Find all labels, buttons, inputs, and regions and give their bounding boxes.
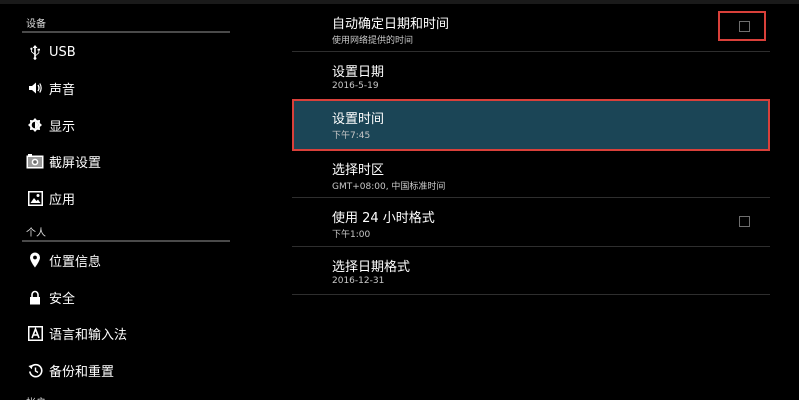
usb-icon (26, 43, 44, 61)
sidebar-item-label: 安全 (49, 291, 76, 307)
sidebar-item-language[interactable]: 语言和输入法 (22, 316, 230, 350)
sidebar-item-label: USB (49, 44, 76, 60)
sidebar-item-security[interactable]: 安全 (22, 280, 230, 314)
checkbox-highlight-box (718, 11, 766, 41)
sidebar-item-display[interactable]: 显示 (22, 108, 230, 142)
sidebar-item-label: 声音 (49, 82, 76, 98)
apps-icon (26, 189, 44, 207)
section-header-personal: 个人 (26, 228, 46, 239)
section-divider (22, 240, 230, 242)
sidebar-item-apps[interactable]: 应用 (22, 181, 230, 215)
pref-24-hour-format[interactable]: 使用 24 小时格式 下午1:00 (292, 198, 770, 246)
pref-title: 选择日期格式 (332, 260, 411, 275)
pref-set-time[interactable]: 设置时间 下午7:45 (292, 99, 770, 151)
pref-title: 使用 24 小时格式 (332, 211, 435, 226)
sidebar-item-label: 显示 (49, 119, 76, 135)
backup-icon (26, 361, 44, 379)
brightness-icon (26, 116, 44, 134)
lock-icon (26, 288, 44, 306)
pref-title: 设置日期 (332, 65, 385, 80)
camera-icon (26, 152, 44, 170)
sidebar-item-label: 截屏设置 (49, 155, 102, 171)
speaker-icon (26, 79, 44, 97)
sidebar-item-backup[interactable]: 备份和重置 (22, 353, 230, 387)
section-header-accounts: 帐户 (26, 394, 230, 400)
language-icon (26, 324, 44, 342)
date-time-settings-screen: 设备 USB 声音 显示 截屏设置 应用 个人 位置信息 安全 语言和输入法 备… (0, 0, 799, 400)
sidebar-item-label: 语言和输入法 (49, 327, 128, 343)
section-divider (22, 31, 230, 33)
pref-title: 设置时间 (332, 112, 385, 127)
sidebar-item-usb[interactable]: USB (22, 35, 230, 69)
pref-summary: 下午1:00 (332, 230, 371, 240)
sidebar-item-label: 位置信息 (49, 254, 102, 270)
24-hour-format-checkbox[interactable] (739, 216, 750, 227)
pref-auto-date-time[interactable]: 自动确定日期和时间 使用网络提供的时间 (292, 4, 770, 52)
section-header-device: 设备 (26, 19, 46, 30)
sidebar-item-label: 应用 (49, 192, 76, 208)
sidebar-item-sound[interactable]: 声音 (22, 71, 230, 105)
sidebar-item-location[interactable]: 位置信息 (22, 243, 230, 277)
location-icon (26, 251, 44, 269)
settings-sidebar: 设备 USB 声音 显示 截屏设置 应用 个人 位置信息 安全 语言和输入法 备… (0, 4, 240, 400)
pref-title: 选择时区 (332, 163, 385, 178)
pref-date-format[interactable]: 选择日期格式 2016-12-31 (292, 247, 770, 295)
pref-summary: 2016-5-19 (332, 81, 379, 91)
pref-set-date[interactable]: 设置日期 2016-5-19 (292, 52, 770, 100)
sidebar-item-label: 备份和重置 (49, 364, 115, 380)
pref-summary: 2016-12-31 (332, 276, 385, 286)
pref-time-zone[interactable]: 选择时区 GMT+08:00, 中国标准时间 (292, 150, 770, 198)
pref-divider (292, 294, 770, 295)
sidebar-item-screenshot[interactable]: 截屏设置 (22, 144, 230, 178)
pref-summary: GMT+08:00, 中国标准时间 (332, 182, 446, 192)
pref-summary: 下午7:45 (332, 131, 371, 141)
pref-title: 自动确定日期和时间 (332, 17, 450, 32)
pref-summary: 使用网络提供的时间 (332, 36, 414, 46)
